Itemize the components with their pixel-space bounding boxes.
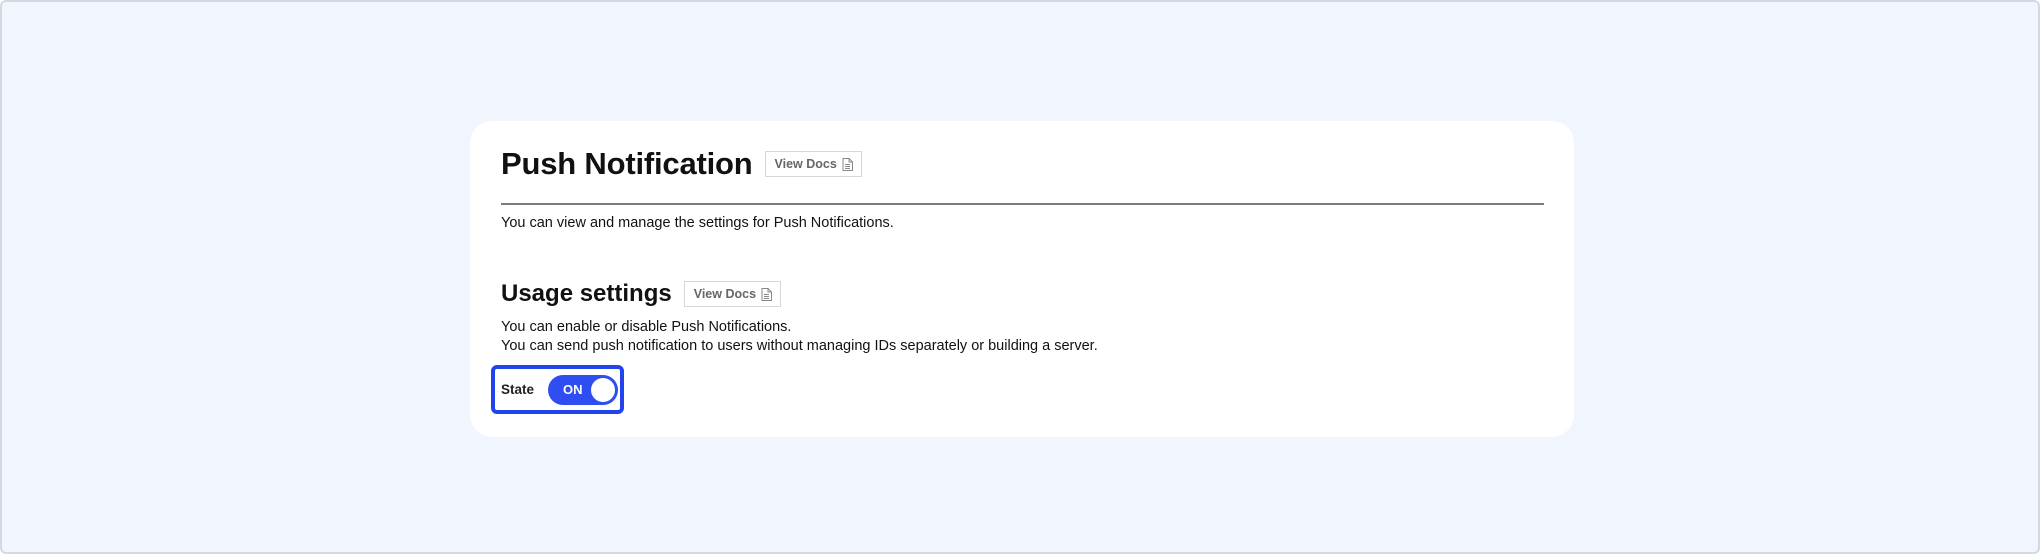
usage-description-2: You can send push notification to users … [501, 338, 1098, 354]
header-divider [501, 203, 1544, 205]
page-title: Push Notification [501, 146, 753, 181]
page-header: Push Notification View Docs [501, 145, 1544, 183]
app-frame: Push Notification View Docs You can view… [0, 0, 2040, 554]
push-notification-toggle[interactable]: ON [548, 374, 619, 405]
document-icon [842, 157, 853, 171]
state-setting: State ON [491, 365, 624, 414]
settings-card: Push Notification View Docs You can view… [470, 121, 1574, 437]
usage-view-docs-button[interactable]: View Docs [683, 281, 782, 307]
section-title: Usage settings [501, 280, 672, 307]
view-docs-button[interactable]: View Docs [764, 151, 862, 177]
document-icon [761, 287, 773, 301]
toggle-state-text: ON [563, 381, 583, 397]
toggle-knob [591, 377, 616, 402]
usage-section-header: Usage settings View Docs [501, 279, 1544, 309]
page-intro: You can view and manage the settings for… [501, 215, 894, 231]
state-label: State [501, 382, 535, 397]
usage-description-1: You can enable or disable Push Notificat… [501, 319, 792, 335]
view-docs-label: View Docs [774, 157, 837, 171]
view-docs-label: View Docs [693, 287, 757, 301]
